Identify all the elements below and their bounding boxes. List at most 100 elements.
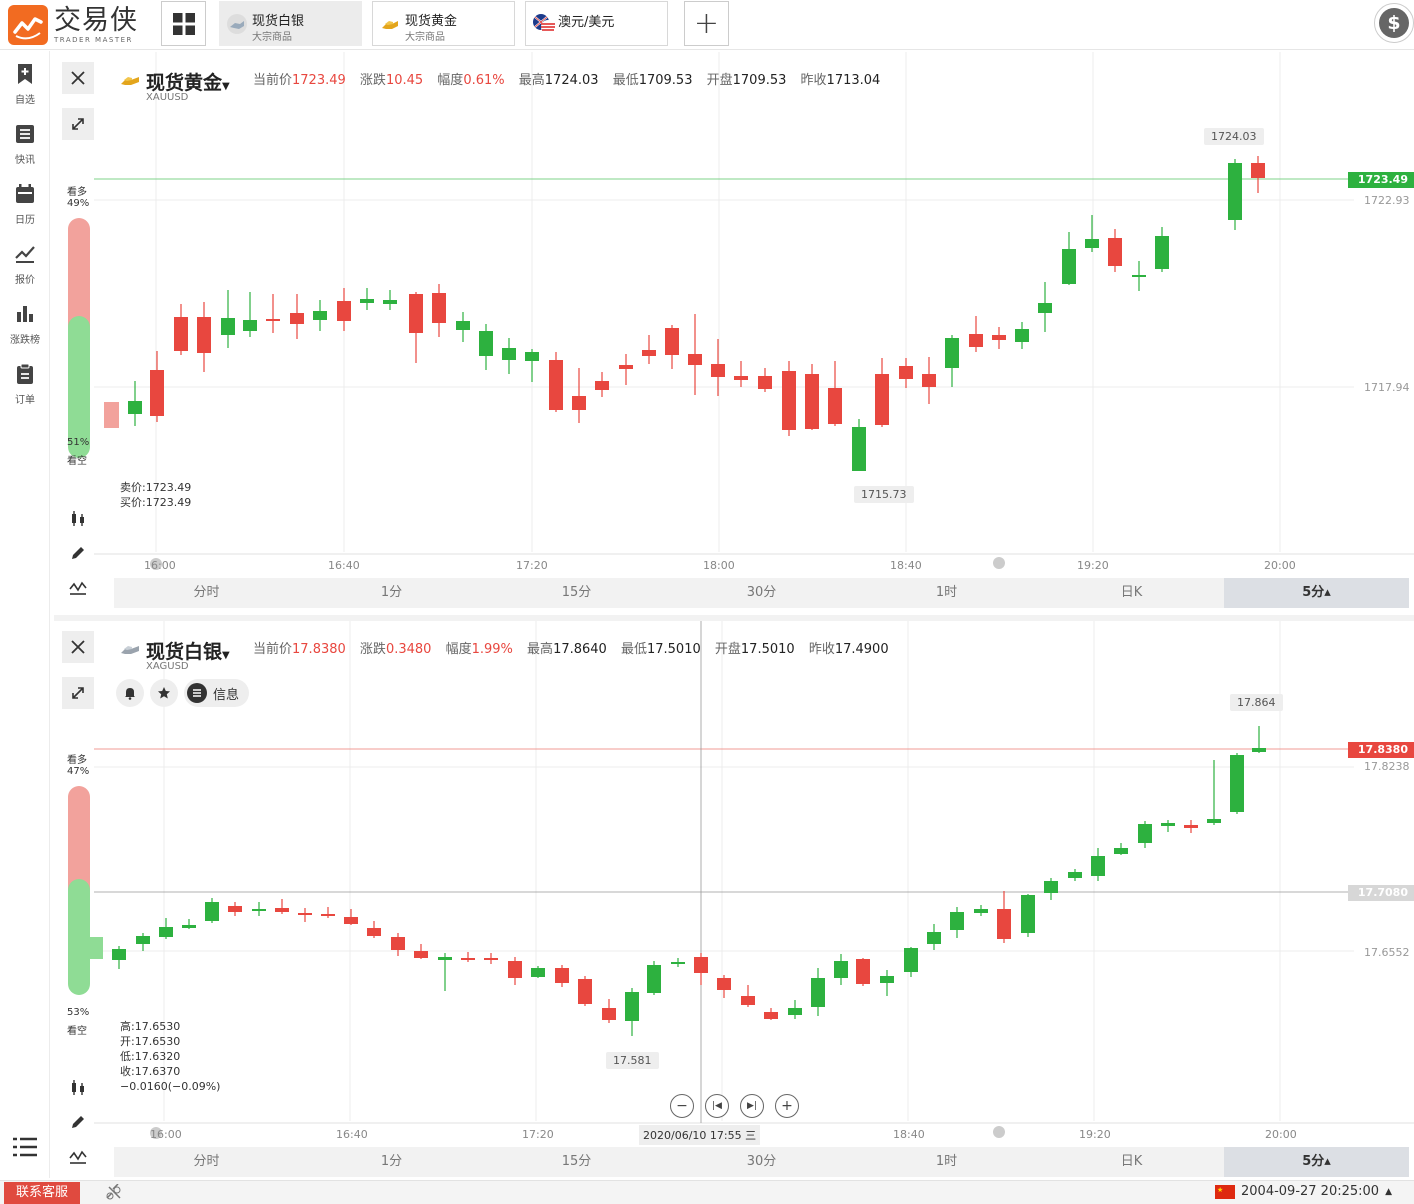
candle — [788, 1008, 802, 1015]
candle — [880, 976, 894, 983]
expand-panel-button[interactable] — [62, 677, 94, 709]
candle — [502, 348, 516, 360]
crosshair-date-label: 2020/06/10 17:55 三 — [639, 1125, 761, 1145]
symbol-selector[interactable]: 现货黄金▼ — [146, 68, 230, 95]
chart-panel-gold: 现货黄金▼ XAUUSD 当前价1723.49 涨跌10.45 幅度0.61% … — [54, 52, 1414, 612]
period-item[interactable]: 1时 — [854, 578, 1039, 608]
alert-button[interactable] — [116, 679, 144, 707]
period-item[interactable]: 日K — [1039, 578, 1224, 608]
tab-silver[interactable]: 现货白银 大宗商品 — [219, 1, 362, 46]
candle — [367, 928, 381, 936]
contact-support-button[interactable]: 联系客服 — [4, 1182, 81, 1204]
zoom-in-button[interactable]: + — [775, 1094, 799, 1118]
app-logo[interactable]: 交易侠 TRADER MASTER — [8, 4, 138, 46]
skip-forward-icon: ▶| — [747, 1101, 757, 1111]
candlestick-chart-silver[interactable] — [54, 621, 1414, 1141]
change-value: 0.3480 — [385, 642, 432, 657]
crosshair-price-tag: 17.7080 — [1347, 885, 1414, 901]
connection-icon[interactable] — [104, 1184, 124, 1202]
sidebar-item-watchlist[interactable]: 自选 — [0, 63, 50, 106]
period-item[interactable]: 15分 — [484, 578, 669, 608]
axis-label: 17.8238 — [1364, 760, 1410, 773]
period-item[interactable]: 日K — [1039, 1147, 1224, 1177]
sidebar-item-orders[interactable]: 订单 — [0, 363, 50, 406]
candle — [337, 301, 351, 321]
period-item[interactable]: 30分 — [669, 1147, 854, 1177]
quote-label: 当前价 — [253, 73, 293, 88]
sidebar-item-movers[interactable]: 涨跌榜 — [0, 303, 50, 346]
time-label: 19:20 — [1079, 1128, 1111, 1141]
close-panel-button[interactable] — [62, 631, 94, 663]
calendar-icon — [16, 184, 34, 203]
indicator-icon — [69, 581, 87, 595]
status-bar: 联系客服 ★ 2004-09-27 20:25:00 ▲ — [0, 1180, 1414, 1204]
low-callout: 17.581 — [606, 1052, 659, 1069]
tab-gold[interactable]: 现货黄金 大宗商品 — [372, 1, 515, 46]
candle — [1038, 303, 1052, 313]
change-value: 10.45 — [385, 73, 424, 88]
add-tab-button[interactable]: + — [684, 1, 729, 46]
quote-label: 幅度 — [437, 73, 464, 88]
axis-label: 17.6552 — [1364, 946, 1410, 959]
sidebar-item-calendar[interactable]: 日历 — [0, 183, 50, 226]
candle — [252, 909, 266, 911]
close-icon — [71, 640, 85, 654]
close-panel-button[interactable] — [62, 62, 94, 94]
candle — [360, 299, 374, 303]
period-item[interactable]: 30分 — [669, 578, 854, 608]
quote-label: 最低 — [620, 642, 647, 657]
tab-audusd[interactable]: 澳元/美元 — [525, 1, 668, 46]
period-item[interactable]: 1分 — [299, 1147, 484, 1177]
candle-type-button[interactable] — [62, 1073, 94, 1101]
time-label: 16:40 — [328, 559, 360, 572]
period-item-selected[interactable]: 5分▴ — [1224, 578, 1409, 608]
minus-icon: − — [676, 1098, 688, 1114]
star-icon — [158, 687, 170, 699]
draw-tool-button[interactable] — [62, 539, 94, 567]
candle — [950, 912, 964, 930]
period-item[interactable]: 1分 — [299, 578, 484, 608]
account-dollar-button[interactable]: $ — [1374, 3, 1414, 43]
period-item[interactable]: 15分 — [484, 1147, 669, 1177]
close-icon — [71, 71, 85, 85]
quote-label: 涨跌 — [359, 642, 386, 657]
skip-back-icon: |◀ — [712, 1101, 722, 1111]
candle — [266, 319, 280, 321]
zoom-out-button[interactable]: − — [670, 1094, 694, 1118]
dollar-icon: $ — [1379, 8, 1409, 38]
info-label: 信息 — [213, 687, 240, 703]
axis-label: 1722.93 — [1364, 194, 1410, 207]
sidebar-item-news[interactable]: 快讯 — [0, 123, 50, 166]
indicator-button[interactable] — [62, 1143, 94, 1171]
layout-grid-button[interactable] — [161, 1, 206, 46]
menu-icon[interactable] — [12, 1136, 38, 1158]
expand-panel-button[interactable] — [62, 108, 94, 140]
candle — [922, 374, 936, 387]
sidebar-item-quotes[interactable]: 报价 — [0, 243, 50, 286]
action-pills: 信息 — [116, 679, 250, 707]
bull-sentiment-bar — [68, 218, 90, 328]
bear-sentiment-bar — [68, 879, 90, 995]
scroll-start-button[interactable]: |◀ — [705, 1094, 729, 1118]
sidebar-item-label: 快讯 — [15, 155, 35, 166]
candle-type-button[interactable] — [62, 504, 94, 532]
info-button[interactable]: 信息 — [184, 679, 250, 707]
bull-percent: 49% — [67, 198, 90, 209]
scroll-end-button[interactable]: ▶| — [740, 1094, 764, 1118]
indicator-button[interactable] — [62, 574, 94, 602]
draw-tool-button[interactable] — [62, 1108, 94, 1136]
period-item[interactable]: 分时 — [114, 578, 299, 608]
candle — [1015, 329, 1029, 342]
quote-label: 当前价 — [253, 642, 293, 657]
period-item[interactable]: 分时 — [114, 1147, 299, 1177]
favorite-button[interactable] — [150, 679, 178, 707]
period-item[interactable]: 1时 — [854, 1147, 1039, 1177]
candle — [1091, 856, 1105, 876]
symbol-selector[interactable]: 现货白银▼ — [146, 637, 230, 664]
candle — [344, 917, 358, 924]
change-percent: 1.99% — [471, 642, 513, 657]
indicator-icon — [69, 1150, 87, 1164]
period-item-selected[interactable]: 5分▴ — [1224, 1147, 1409, 1177]
clock[interactable]: ★ 2004-09-27 20:25:00 ▲ — [1215, 1184, 1392, 1199]
candlestick-icon — [72, 1080, 84, 1095]
